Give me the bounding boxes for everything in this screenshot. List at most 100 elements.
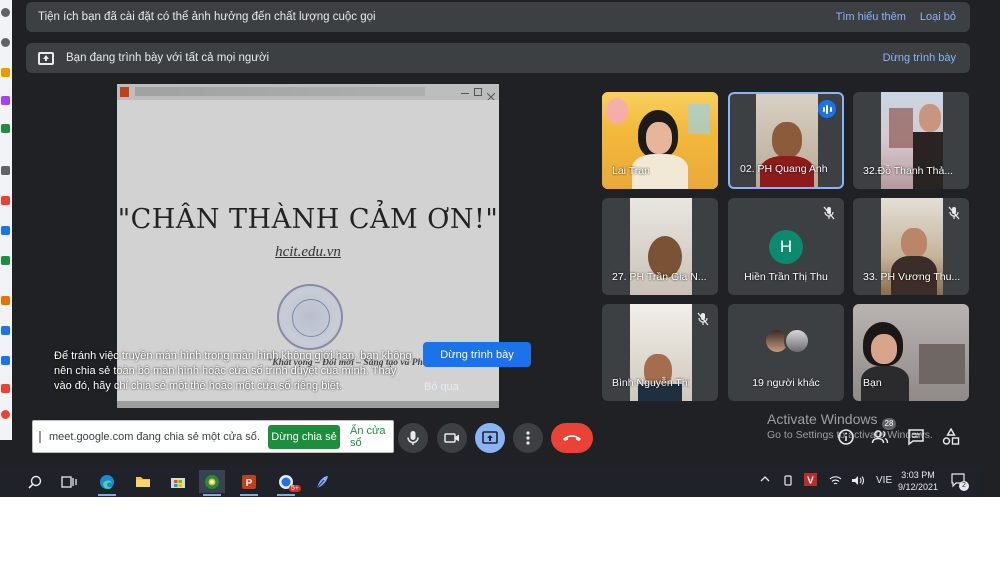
powerpoint-icon: P <box>242 474 256 489</box>
close-icon[interactable] <box>486 88 496 102</box>
present-icon <box>482 431 498 444</box>
presentation-titlebar <box>117 84 499 102</box>
app-icon[interactable] <box>1 256 10 265</box>
store-icon <box>171 478 185 488</box>
left-edge-toolbar <box>0 0 12 440</box>
windows-taskbar: P 5+ V VIE <box>0 466 982 497</box>
edge-icon <box>100 474 114 489</box>
participant-name: 33. PH Vương Thu... <box>863 271 961 283</box>
participant-tile[interactable]: Bình Nguyễn Thị <box>602 304 718 401</box>
app-icon[interactable] <box>1 196 10 205</box>
wifi-icon[interactable] <box>829 475 842 489</box>
language-indicator[interactable]: VIE <box>876 475 892 486</box>
app-icon[interactable] <box>1 356 10 365</box>
presenting-banner: Bạn đang trình bày với tất cả mọi người … <box>26 43 970 73</box>
app-icon[interactable] <box>1 166 10 175</box>
powerpoint-icon <box>120 87 129 97</box>
store-button[interactable] <box>165 470 191 493</box>
app-icon[interactable] <box>1 410 10 419</box>
powerpoint-taskbar-button[interactable]: P <box>236 470 262 496</box>
self-name: Bạn <box>863 377 882 389</box>
activities-icon[interactable] <box>942 428 960 446</box>
present-button[interactable] <box>475 423 505 453</box>
slide-url: hcit.edu.vn <box>275 244 341 260</box>
tray-device-icon[interactable] <box>783 475 793 489</box>
participant-name: 32.Đỗ Thanh Thả... <box>863 165 954 177</box>
background-chair <box>919 344 965 384</box>
participant-tile[interactable]: 33. PH Vương Thu... <box>853 198 969 295</box>
app-icon[interactable] <box>1 124 10 133</box>
stop-presenting-button[interactable]: Dừng trình bày <box>423 342 531 367</box>
taskbar-clock[interactable]: 3:03 PM 9/12/2021 <box>893 469 943 493</box>
mic-off-icon <box>948 206 960 220</box>
app-icon[interactable] <box>1 296 10 305</box>
participant-name: Bình Nguyễn Thị <box>612 377 691 389</box>
decor-balloon <box>606 98 628 124</box>
notification-center-button[interactable]: 2 <box>950 472 969 491</box>
app-icon[interactable] <box>1 68 10 77</box>
people-icon[interactable] <box>871 428 889 446</box>
mic-button[interactable] <box>398 423 428 453</box>
learn-more-link[interactable]: Tìm hiểu thêm <box>836 11 906 23</box>
app-icon[interactable] <box>1 326 10 335</box>
participant-name: 02. PH Quang Anh <box>740 163 828 175</box>
chrome-sharing-bar: meet.google.com đang chia sẻ một cửa sổ.… <box>32 420 394 453</box>
presentation-statusbar <box>117 401 499 408</box>
stop-presenting-link[interactable]: Dừng trình bày <box>883 52 956 64</box>
chrome-meet-taskbar-button[interactable] <box>199 470 225 496</box>
participant-tile-active-speaker[interactable]: 02. PH Quang Anh <box>728 92 844 189</box>
maximize-icon[interactable] <box>474 88 482 96</box>
app-taskbar-button[interactable] <box>309 470 335 493</box>
tray-chevron-icon[interactable] <box>760 475 770 486</box>
stop-sharing-button[interactable]: Dừng chia sẻ <box>267 424 340 449</box>
participant-tile[interactable]: 32.Đỗ Thanh Thả... <box>853 92 969 189</box>
titlebar-text <box>135 87 425 96</box>
speaking-indicator-icon <box>818 100 836 118</box>
dismiss-link[interactable]: Loại bỏ <box>920 11 956 23</box>
drag-handle-icon[interactable] <box>39 430 41 443</box>
hide-bar-button[interactable]: Ẩn cửa sổ <box>350 425 393 449</box>
app-icon[interactable] <box>1 384 10 393</box>
tray-vietkey-icon[interactable]: V <box>804 473 817 489</box>
chat-icon[interactable] <box>907 428 925 446</box>
mic-off-icon <box>823 206 835 220</box>
taskbar-badge: 5+ <box>289 485 301 492</box>
edge-taskbar-button[interactable] <box>94 470 120 496</box>
circle-icon[interactable] <box>1 38 10 47</box>
leave-call-button[interactable] <box>551 423 593 453</box>
sharing-message: meet.google.com đang chia sẻ một cửa sổ. <box>49 430 260 443</box>
minimize-icon[interactable] <box>461 88 469 94</box>
decor-sticker <box>688 104 710 134</box>
infinite-mirror-warning: Để tránh việc truyền màn hình trong màn … <box>54 350 412 392</box>
participant-tile[interactable]: 27. PH Trần Gia N... <box>602 198 718 295</box>
more-options-button[interactable] <box>513 423 543 453</box>
task-view-button[interactable] <box>56 470 82 493</box>
participant-face <box>772 122 802 158</box>
participant-name: Hiền Trần Thị Thu <box>744 271 828 283</box>
participant-face <box>919 104 941 132</box>
more-participants-tile[interactable]: 19 người khác <box>728 304 844 401</box>
search-button[interactable] <box>22 470 48 493</box>
file-explorer-button[interactable] <box>130 470 156 493</box>
clock-time: 3:03 PM <box>901 470 935 480</box>
camera-button[interactable] <box>437 423 467 453</box>
svg-text:V: V <box>807 476 814 487</box>
self-view-tile[interactable]: Bạn <box>853 304 969 401</box>
participant-name: 27. PH Trần Gia N... <box>612 271 707 283</box>
participant-tile[interactable]: Lai Tran <box>602 92 718 189</box>
participant-tile[interactable]: H Hiền Trần Thị Thu <box>728 198 844 295</box>
participant-face <box>646 122 672 154</box>
slide-title: "CHÂN THÀNH CẢM ƠN!" <box>117 204 499 235</box>
app-icon[interactable] <box>1 226 10 235</box>
skip-button[interactable]: Bỏ qua <box>424 381 470 397</box>
more-participants-count: 19 người khác <box>752 377 820 389</box>
zalo-taskbar-button[interactable]: 5+ <box>273 470 301 496</box>
app-icon[interactable] <box>1 96 10 105</box>
school-seal-logo <box>277 284 343 350</box>
svg-text:P: P <box>246 478 253 489</box>
mic-off-icon <box>697 312 709 326</box>
info-icon[interactable] <box>837 428 855 446</box>
settings-icon[interactable] <box>1 8 10 17</box>
volume-icon[interactable] <box>851 475 865 489</box>
search-icon <box>28 475 42 489</box>
